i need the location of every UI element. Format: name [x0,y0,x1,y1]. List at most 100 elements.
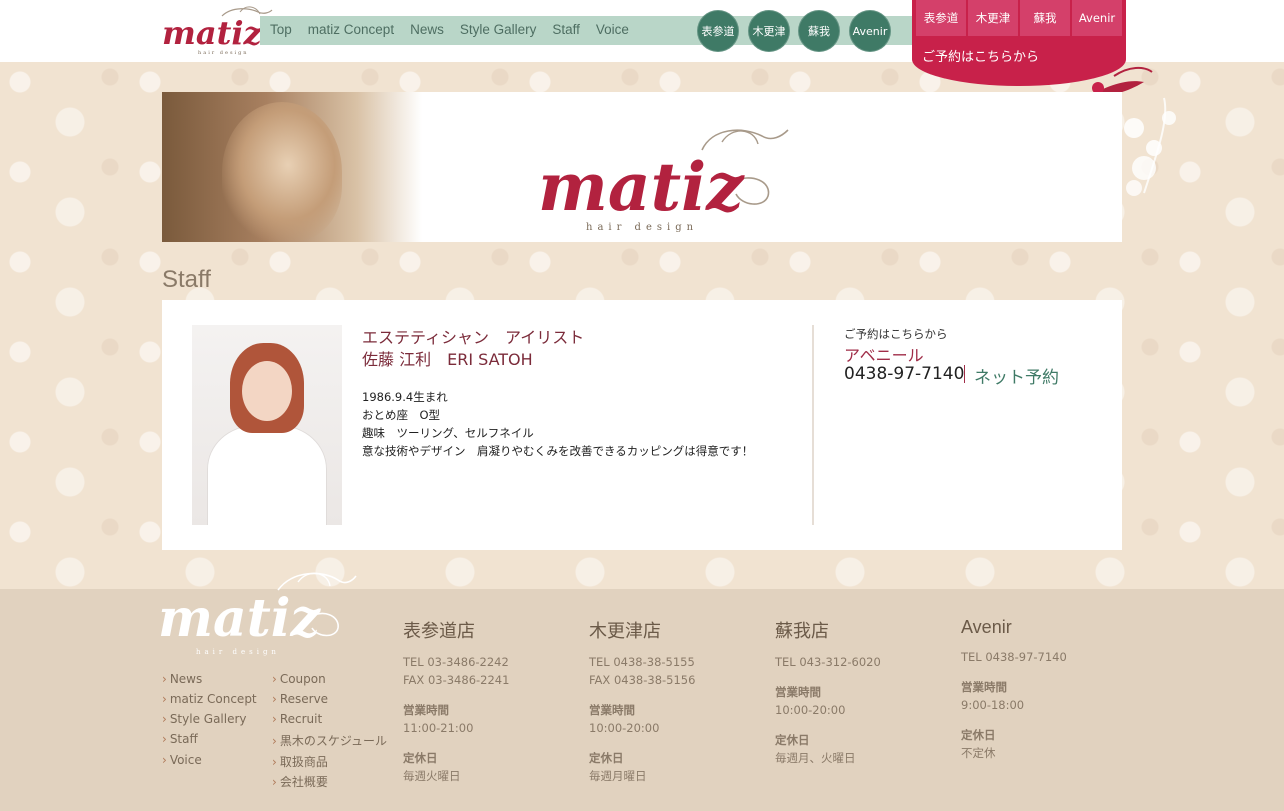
staff-name: 佐藤 江利 ERI SATOH [362,350,533,369]
footer-link-label: News [169,672,203,686]
chevron-right-icon: › [272,775,277,789]
shop-holiday: 毎週月曜日 [589,769,647,783]
footer-link-style-gallery[interactable]: › Style Gallery [162,712,247,726]
shop-hours: 11:00-21:00 [403,721,474,735]
shop-tel: TEL 0438-97-7140 [961,650,1067,664]
shop-circle-omotesando[interactable]: 表参道 [697,10,739,52]
shop-holiday-label: 定休日 [403,751,438,765]
reservation-shop: アベニール [844,346,924,365]
footer-link-label: matiz Concept [169,692,257,706]
reservation-tel[interactable]: 0438-97-7140 [844,364,964,384]
nav-voice[interactable]: Voice [596,22,629,37]
svg-text:matiz: matiz [162,14,263,52]
reserve-tab-avenir[interactable]: Avenir [1072,0,1122,36]
nav-style-gallery[interactable]: Style Gallery [460,22,537,37]
footer-link-label: 会社概要 [279,775,328,789]
staff-card: エステティシャン アイリスト 佐藤 江利 ERI SATOH 1986.9.4生… [162,300,1122,550]
shop-name: 蘇我店 [775,621,829,641]
footer-link-matiz-concept[interactable]: › matiz Concept [162,692,257,706]
shop-circle-avenir[interactable]: Avenir [849,10,891,52]
card-divider [812,325,814,525]
footer-link-label: 取扱商品 [279,755,328,769]
shop-name: 表参道店 [403,621,475,641]
chevron-right-icon: › [162,753,167,767]
footer-link-label: Coupon [279,672,326,686]
footer-link-coupon[interactable]: › Coupon [272,672,326,686]
chevron-right-icon: › [162,732,167,746]
shop-holiday-label: 定休日 [589,751,624,765]
chevron-right-icon: › [272,712,277,726]
shop-holiday: 毎週月、火曜日 [775,751,856,765]
shop-tel: TEL 043-312-6020 [775,655,881,669]
chevron-right-icon: › [162,692,167,706]
shop-name: Avenir [961,617,1012,637]
footer-link-label: Reserve [279,692,329,706]
footer-link-news[interactable]: › News [162,672,202,686]
banner-model-photo [162,92,422,242]
nav-news[interactable]: News [410,22,444,37]
shop-tel: TEL 0438-38-5155 [589,655,695,669]
footer-link-label: Staff [169,732,198,746]
shop-fax: FAX 03-3486-2241 [403,673,510,687]
shop-hours-label: 営業時間 [775,685,821,699]
shop-circle-kisarazu[interactable]: 木更津 [748,10,790,52]
reserve-tab-omotesando[interactable]: 表参道 [916,0,966,36]
footer-link-voice[interactable]: › Voice [162,753,202,767]
photo-shirt [207,425,327,525]
footer-matiz-logo[interactable]: matiz hair design [158,568,358,658]
shop-info-avenir: Avenir TEL 0438-97-7140 営業時間 9:00-18:00 … [961,617,1141,762]
footer-link-company[interactable]: › 会社概要 [272,773,328,790]
shop-name: 木更津店 [589,621,661,641]
shop-tel: TEL 03-3486-2242 [403,655,509,669]
shop-hours: 10:00-20:00 [775,703,846,717]
staff-role: エステティシャン アイリスト [362,328,585,347]
shop-hours-label: 営業時間 [403,703,449,717]
chevron-right-icon: › [272,692,277,706]
footer-link-label: Voice [169,753,202,767]
nav-staff[interactable]: Staff [552,22,580,37]
global-nav: Top matiz Concept News Style Gallery Sta… [270,22,645,37]
shop-fax: FAX 0438-38-5156 [589,673,696,687]
net-reservation-link[interactable]: ネット予約 [974,363,1059,388]
shop-circle-soga[interactable]: 蘇我 [798,10,840,52]
hero-banner: matiz hair design [162,92,1122,242]
shop-holiday: 毎週火曜日 [403,769,461,783]
banner-matiz-logo: matiz hair design [538,129,789,233]
shop-info-soga: 蘇我店 TEL 043-312-6020 営業時間 10:00-20:00 定休… [775,617,955,767]
matiz-logo[interactable]: matiz hair design [162,4,274,56]
footer-link-label: Recruit [279,712,323,726]
footer-link-recruit[interactable]: › Recruit [272,712,322,726]
footer-link-products[interactable]: › 取扱商品 [272,753,328,770]
chevron-right-icon: › [162,712,167,726]
svg-text:hair design: hair design [198,50,249,56]
footer-link-label: Style Gallery [169,712,247,726]
svg-text:hair design: hair design [586,222,698,233]
reserve-label[interactable]: ご予約はこちらから [922,46,1039,65]
shop-hours: 10:00-20:00 [589,721,660,735]
staff-zodiac: おとめ座 O型 [362,408,441,422]
nav-top[interactable]: Top [270,22,292,37]
footer-link-reserve[interactable]: › Reserve [272,692,328,706]
chevron-right-icon: › [272,672,277,686]
shop-holiday-label: 定休日 [775,733,810,747]
footer-link-schedule[interactable]: › 黒木のスケジュール [272,732,387,749]
chevron-right-icon: › [162,672,167,686]
staff-photo [192,325,342,525]
svg-text:matiz: matiz [538,148,745,226]
nav-matiz-concept[interactable]: matiz Concept [308,22,394,37]
reserve-tab-kisarazu[interactable]: 木更津 [968,0,1018,36]
chevron-right-icon: › [272,734,277,748]
shop-hours: 9:00-18:00 [961,698,1025,712]
reserve-tab-soga[interactable]: 蘇我 [1020,0,1070,36]
footer-link-label: 黒木のスケジュール [279,734,387,748]
chevron-right-icon: › [272,755,277,769]
photo-face [242,361,292,421]
staff-birthday: 1986.9.4生まれ [362,390,448,404]
shop-holiday: 不定休 [961,746,996,760]
svg-text:hair design: hair design [196,648,280,656]
shop-info-omotesando: 表参道店 TEL 03-3486-2242 FAX 03-3486-2241 営… [403,617,583,785]
shop-info-kisarazu: 木更津店 TEL 0438-38-5155 FAX 0438-38-5156 営… [589,617,769,785]
shop-holiday-label: 定休日 [961,728,996,742]
footer-link-staff[interactable]: › Staff [162,732,198,746]
shop-hours-label: 営業時間 [961,680,1007,694]
